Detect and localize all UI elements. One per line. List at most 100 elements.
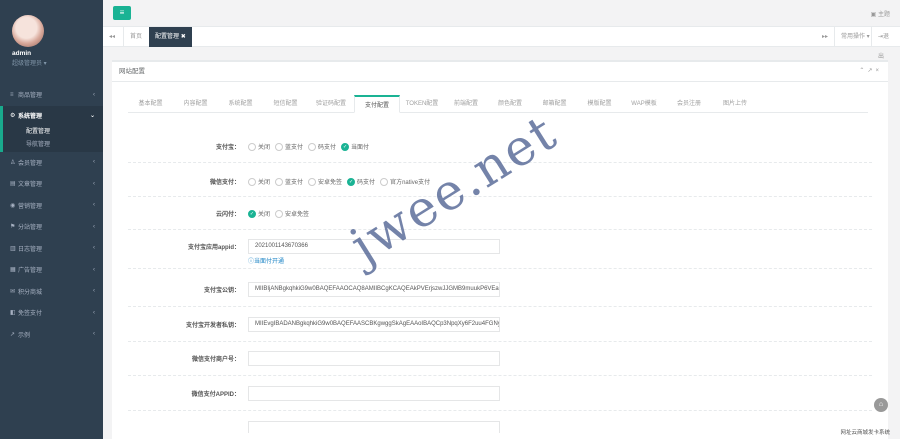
radio-icon[interactable]: ✓: [341, 142, 350, 151]
config-tab[interactable]: 验证码配置: [308, 95, 354, 113]
privkey-input[interactable]: MIIEvgIBADANBgkqhkiG9w0BAQEFAASCBKgwggSk…: [248, 317, 500, 332]
sidebar-item[interactable]: ◧ 免签支付 ‹: [0, 302, 103, 324]
sidebar-menu: ≡ 商品管理 ‹ ⚙ 系统管理 ⌄ 配置管理 导航管理 ♙ 会员管理 ‹ ▤ 文章管理 ‹ ◉ 营销管理 ‹ ⚑ 分…: [0, 84, 103, 345]
mchid-input[interactable]: [248, 351, 500, 366]
sidebar-item[interactable]: ▦ 广告管理 ‹: [0, 259, 103, 281]
radio-icon[interactable]: ✓: [248, 209, 256, 218]
radio-icon[interactable]: [275, 209, 284, 218]
submenu-item[interactable]: 配置管理: [3, 126, 103, 139]
scroll-top-button[interactable]: ⌂: [874, 398, 888, 412]
config-tab[interactable]: 会员注册: [666, 95, 712, 113]
theme-button[interactable]: ▣ 主题: [871, 9, 890, 18]
tab-home[interactable]: 首页: [123, 27, 148, 47]
pubkey-input[interactable]: MIIBIjANBgkqhkiG9w0BAQEFAAOCAQ8AMIIBCgKC…: [248, 282, 500, 297]
sidebar-item-label: 系统管理: [18, 114, 43, 120]
sidebar-item[interactable]: ↗ 示例 ‹: [0, 324, 103, 346]
config-tab[interactable]: 内容配置: [173, 95, 218, 113]
next-input[interactable]: [248, 421, 500, 433]
sidebar-item-label: 文章管理: [18, 182, 43, 189]
sidebar-item-label: 营销管理: [18, 203, 43, 210]
chevron-icon: ‹: [93, 309, 95, 316]
config-tab[interactable]: WAP模板: [622, 95, 666, 113]
sidebar-item[interactable]: ⚙ 系统管理 ⌄: [0, 105, 103, 126]
radio-label: 关闭: [258, 145, 271, 151]
radio-option[interactable]: 蓝支付: [275, 142, 303, 151]
sidebar-item[interactable]: ▤ 文章管理 ‹: [0, 173, 103, 195]
radio-option[interactable]: ✓ 关闭: [248, 209, 270, 218]
config-tab[interactable]: 系统配置: [218, 95, 263, 113]
user-role-dropdown[interactable]: 超级管理员 ▾: [12, 58, 47, 67]
scroll-right-icon[interactable]: ▸▸: [822, 27, 828, 47]
divider: [128, 410, 872, 411]
wxappid-input[interactable]: [248, 386, 500, 401]
user-name[interactable]: admin: [12, 50, 31, 57]
radio-label: 当面付: [351, 145, 370, 151]
sidebar-item-label: 会员管理: [18, 160, 43, 167]
radio-icon[interactable]: ✓: [347, 177, 356, 186]
config-panel: 网站配置 ⌃↗× 基本配置 内容配置 系统配置 短信配置 验证码配置 支付配置 TOKEN配…: [112, 60, 888, 439]
alipay-open-link[interactable]: ⓘ当面付开通: [248, 256, 284, 265]
menu-toggle-button[interactable]: ≡: [113, 6, 131, 20]
radio-icon[interactable]: [380, 177, 389, 186]
radio-icon[interactable]: [248, 177, 256, 186]
sidebar-item[interactable]: ≡ 商品管理 ‹: [0, 84, 103, 106]
scroll-left-icon[interactable]: ◂◂: [109, 27, 115, 47]
radio-option[interactable]: 码支付: [308, 142, 336, 151]
config-tab[interactable]: 基本配置: [128, 95, 173, 113]
config-tab[interactable]: 前端配置: [444, 95, 488, 113]
cloudflash-label: 云闪付：: [215, 212, 240, 218]
close-icon[interactable]: ×: [875, 68, 882, 74]
config-tab[interactable]: 图片上传: [712, 95, 758, 113]
config-tab[interactable]: 支付配置: [354, 95, 400, 113]
tab-config[interactable]: 配置管理 ✖: [149, 27, 192, 47]
radio-option[interactable]: 蓝支付: [275, 177, 303, 186]
radio-option[interactable]: ✓ 当面付: [341, 142, 369, 151]
menu-icon: ≡: [10, 91, 14, 98]
radio-icon[interactable]: [275, 142, 284, 151]
mchid-label: 微信支付商户号：: [191, 357, 240, 363]
menu-icon: ▦: [10, 267, 16, 274]
chevron-icon: ‹: [93, 288, 95, 295]
config-tab[interactable]: 模版配置: [577, 95, 622, 113]
footer-text: 网址云商城发卡系统: [840, 430, 890, 436]
config-tabs: 基本配置 内容配置 系统配置 短信配置 验证码配置 支付配置 TOKEN配置 前端配置 颜色配置…: [128, 95, 868, 113]
divider: [128, 306, 872, 307]
tab-bar: ◂◂ 首页 配置管理 ✖ ▸▸ 常用操作 ▾ ⇥退出: [103, 27, 900, 60]
radio-icon[interactable]: [308, 177, 317, 186]
radio-label: 关闭: [258, 212, 271, 218]
radio-label: 码支付: [357, 180, 376, 186]
sidebar-item-label: 积分商城: [18, 289, 43, 296]
radio-icon[interactable]: [248, 142, 256, 151]
sidebar-item[interactable]: ⚑ 分站管理 ‹: [0, 216, 103, 238]
radio-option[interactable]: 关闭: [248, 177, 270, 186]
sidebar-item[interactable]: ✉ 积分商城 ‹: [0, 281, 103, 303]
sidebar-item[interactable]: ♙ 会员管理 ‹: [0, 152, 103, 174]
radio-label: 蓝支付: [285, 180, 304, 186]
alipay-label: 支付宝：: [215, 145, 240, 151]
config-tab[interactable]: TOKEN配置: [400, 95, 444, 113]
sidebar: admin 超级管理员 ▾ ≡ 商品管理 ‹ ⚙ 系统管理 ⌄ 配置管理 导航管理 ♙ 会员管理 ‹…: [0, 0, 103, 439]
avatar[interactable]: [12, 15, 44, 47]
radio-option[interactable]: 安卓免签: [308, 177, 342, 186]
radio-label: 蓝支付: [285, 145, 304, 151]
radio-option[interactable]: 安卓免签: [275, 209, 309, 218]
radio-option[interactable]: ✓ 码支付: [347, 177, 375, 186]
config-tab[interactable]: 短信配置: [263, 95, 308, 113]
wechat-options: 关闭 蓝支付 安卓免签 ✓ 码支付 官方native支付: [248, 177, 430, 186]
menu-icon: ▤: [10, 181, 16, 188]
privkey-label: 支付宝开发者私钥：: [185, 323, 240, 329]
logout-button[interactable]: ⇥退出: [871, 27, 900, 60]
chevron-icon: ‹: [93, 223, 95, 230]
divider: [128, 229, 872, 230]
divider: [128, 375, 872, 376]
radio-icon[interactable]: [275, 177, 284, 186]
submenu-item[interactable]: 导航管理: [3, 139, 103, 152]
close-icon[interactable]: ✖: [181, 34, 186, 40]
sidebar-item[interactable]: ◉ 营销管理 ‹: [0, 195, 103, 217]
topbar: ≡ ▣ 主题: [103, 0, 900, 27]
radio-option[interactable]: 关闭: [248, 142, 270, 151]
radio-icon[interactable]: [308, 142, 317, 151]
menu-icon: ⚙: [10, 113, 16, 119]
ops-dropdown[interactable]: 常用操作 ▾: [834, 27, 876, 47]
sidebar-item[interactable]: ▥ 日志管理 ‹: [0, 238, 103, 260]
